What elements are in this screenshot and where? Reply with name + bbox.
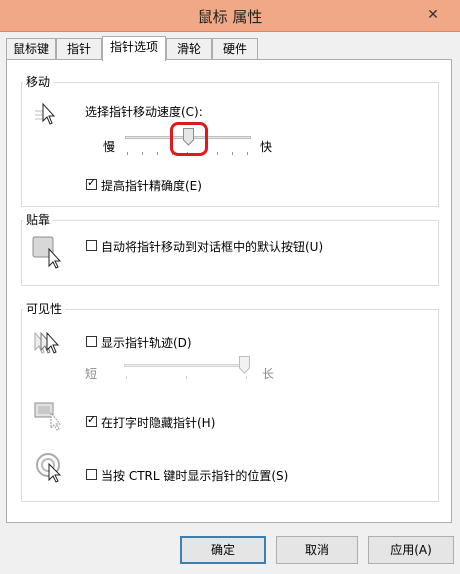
ctrl-show-checkbox[interactable] <box>86 469 97 480</box>
pointer-trails-icon <box>34 331 60 354</box>
hide-typing-checkbox[interactable] <box>86 413 97 427</box>
long-label: 长 <box>262 367 275 381</box>
speed-tick <box>247 152 248 155</box>
snap-checkbox[interactable] <box>86 240 97 251</box>
trails-tick <box>186 376 187 379</box>
apply-button[interactable]: 应用(A) <box>368 536 454 564</box>
tab-wheel[interactable]: 滑轮 <box>166 38 212 59</box>
speed-tick <box>217 152 218 155</box>
ctrl-locate-icon <box>36 453 62 483</box>
precision-checkbox[interactable] <box>86 176 97 190</box>
window-title: 鼠标 属性 <box>197 8 263 26</box>
snap-label[interactable]: 自动将指针移动到对话框中的默认按钮(U) <box>101 238 323 255</box>
trails-tick <box>246 376 247 379</box>
tab-hardware[interactable]: 硬件 <box>212 38 258 59</box>
trails-slider-thumb[interactable] <box>239 356 250 374</box>
motion-group-title: 移动 <box>23 73 54 90</box>
tab-pointers[interactable]: 指针 <box>56 38 102 59</box>
speed-thumb-highlight <box>170 122 208 156</box>
ctrl-show-label[interactable]: 当按 CTRL 键时显示指针的位置(S) <box>101 467 288 484</box>
ok-button[interactable]: 确定 <box>180 536 266 564</box>
slow-label: 慢 <box>103 140 116 154</box>
speed-tick <box>127 152 128 155</box>
tab-pointer-options[interactable]: 指针选项 <box>102 36 166 61</box>
trails-slider[interactable] <box>124 356 250 382</box>
speed-tick <box>157 152 158 155</box>
speed-tick <box>232 152 233 155</box>
tab-buttons[interactable]: 鼠标键 <box>6 38 56 59</box>
snap-to-icon <box>32 236 62 269</box>
short-label: 短 <box>85 367 98 381</box>
tab-panel: 移动 选择指针移动速度(C): 慢 快 提高指针精确度(E) 贴靠 自动将指针移… <box>6 59 452 523</box>
trails-tick <box>126 376 127 379</box>
fast-label: 快 <box>260 140 273 154</box>
hide-pointer-icon <box>34 402 62 431</box>
pointer-speed-icon <box>35 102 56 125</box>
close-icon[interactable]: ✕ <box>414 4 452 26</box>
speed-label: 选择指针移动速度(C): <box>85 105 203 119</box>
trails-checkbox[interactable] <box>86 336 97 347</box>
precision-label[interactable]: 提高指针精确度(E) <box>101 177 202 194</box>
snap-group-title: 贴靠 <box>23 211 54 228</box>
visibility-group-title: 可见性 <box>23 300 66 317</box>
trails-slider-track <box>124 364 250 367</box>
trails-label[interactable]: 显示指针轨迹(D) <box>101 334 192 351</box>
cancel-button[interactable]: 取消 <box>276 536 358 564</box>
title-bar: 鼠标 属性 ✕ <box>0 0 460 32</box>
hide-typing-label[interactable]: 在打字时隐藏指针(H) <box>101 414 215 431</box>
speed-tick <box>142 152 143 155</box>
